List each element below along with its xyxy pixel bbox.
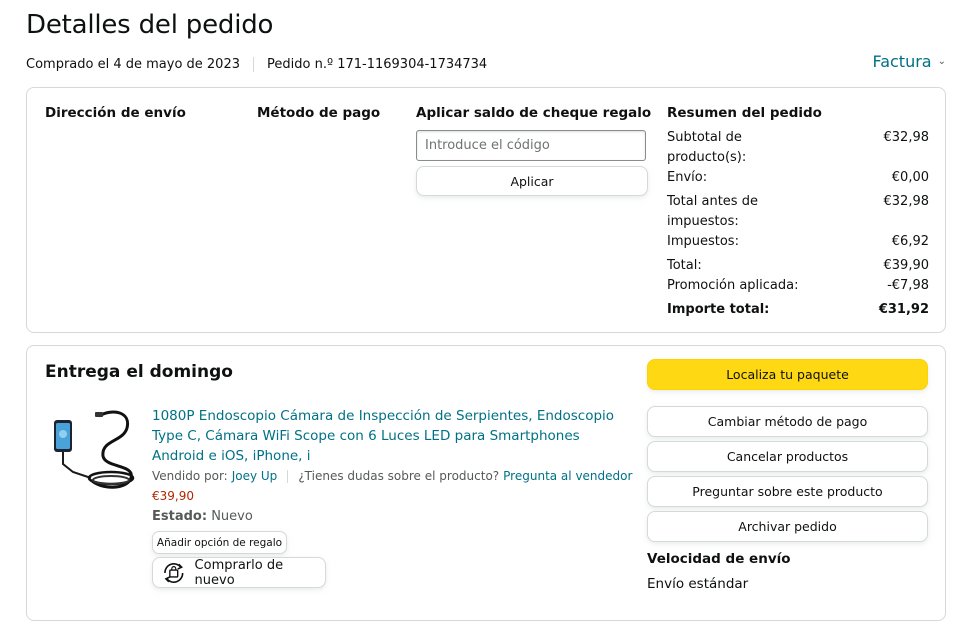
invoice-dropdown[interactable]: Factura ⌄ [872, 52, 946, 71]
summary-value: €31,92 [878, 302, 929, 317]
product-title-link[interactable]: 1080P Endoscopio Cámara de Inspección de… [152, 406, 622, 466]
summary-row-subtotal: Subtotal de producto(s): €32,98 [667, 128, 929, 168]
summary-label: Impuestos: [667, 234, 739, 249]
ask-product-question-button[interactable]: Preguntar sobre este producto [647, 476, 928, 507]
summary-label: Promoción aplicada: [667, 278, 799, 293]
cancel-items-button[interactable]: Cancelar productos [647, 441, 928, 472]
order-meta: Comprado el 4 de mayo de 2023 Pedido n.º… [26, 57, 487, 72]
product-price: €39,90 [152, 489, 194, 503]
add-gift-option-button[interactable]: Añadir opción de regalo [152, 531, 287, 554]
buy-again-icon [164, 562, 184, 583]
sold-by-label: Vendido por: [152, 469, 228, 483]
summary-label: Envío: [667, 170, 708, 185]
summary-value: €32,98 [883, 194, 930, 209]
summary-row-promotion: Promoción aplicada: -€7,98 [667, 276, 929, 296]
meta-divider [253, 57, 254, 72]
summary-label: Total antes de impuestos: [667, 194, 758, 229]
gift-card-title: Aplicar saldo de cheque regalo [416, 105, 652, 121]
archive-order-button[interactable]: Archivar pedido [647, 511, 928, 542]
track-package-button[interactable]: Localiza tu paquete [647, 359, 928, 390]
delivery-box: Entrega el domingo 1080P Endoscopio Cáma… [26, 345, 946, 621]
delivery-title: Entrega el domingo [45, 362, 233, 382]
order-summary-title: Resumen del pedido [667, 105, 822, 121]
seller-link[interactable]: Joey Up [232, 469, 278, 483]
ask-seller-link[interactable]: Pregunta al vendedor [503, 469, 632, 483]
summary-value: €6,92 [891, 234, 929, 249]
buy-again-button[interactable]: Comprarlo de nuevo [152, 557, 326, 588]
shipping-speed-value: Envío estándar [647, 576, 749, 592]
page-title: Detalles del pedido [26, 10, 274, 40]
summary-value: -€7,98 [887, 278, 929, 293]
summary-value: €0,00 [891, 170, 929, 185]
purchase-date: Comprado el 4 de mayo de 2023 [26, 57, 240, 72]
condition-label: Estado: [152, 509, 208, 524]
invoice-label: Factura [872, 52, 932, 71]
order-summary-table: Subtotal de producto(s): €32,98 Envío: €… [667, 128, 929, 320]
summary-row-tax: Impuestos: €6,92 [667, 232, 929, 252]
seller-row: Vendido por: Joey Up ¿Tienes dudas sobre… [152, 469, 632, 483]
summary-value: €32,98 [883, 130, 930, 145]
change-payment-button[interactable]: Cambiar método de pago [647, 406, 928, 437]
buy-again-label: Comprarlo de nuevo [194, 557, 284, 588]
apply-gift-card-button[interactable]: Aplicar [416, 166, 648, 196]
chevron-down-icon: ⌄ [937, 56, 946, 67]
product-image[interactable] [51, 406, 139, 496]
product-condition: Estado: Nuevo [152, 509, 253, 524]
shipping-speed-title: Velocidad de envío [647, 551, 791, 567]
seller-divider [287, 469, 289, 483]
order-summary-box: Dirección de envío Método de pago Aplica… [26, 87, 946, 333]
order-number: Pedido n.º 171-1169304-1734734 [267, 57, 488, 72]
summary-label: Importe total: [667, 302, 770, 317]
summary-row-before-tax: Total antes de impuestos: €32,98 [667, 192, 929, 232]
summary-label: Total: [667, 258, 702, 273]
summary-row-grand-total: Importe total: €31,92 [667, 300, 929, 320]
shipping-address-title: Dirección de envío [45, 105, 186, 121]
summary-label: Subtotal de producto(s): [667, 130, 747, 165]
summary-row-shipping: Envío: €0,00 [667, 168, 929, 188]
condition-value: Nuevo [211, 509, 253, 524]
payment-method-title: Método de pago [257, 105, 381, 121]
question-text: ¿Tienes dudas sobre el producto? [298, 469, 500, 483]
gift-card-code-input[interactable] [416, 130, 646, 161]
summary-row-total: Total: €39,90 [667, 256, 929, 276]
summary-value: €39,90 [883, 258, 930, 273]
